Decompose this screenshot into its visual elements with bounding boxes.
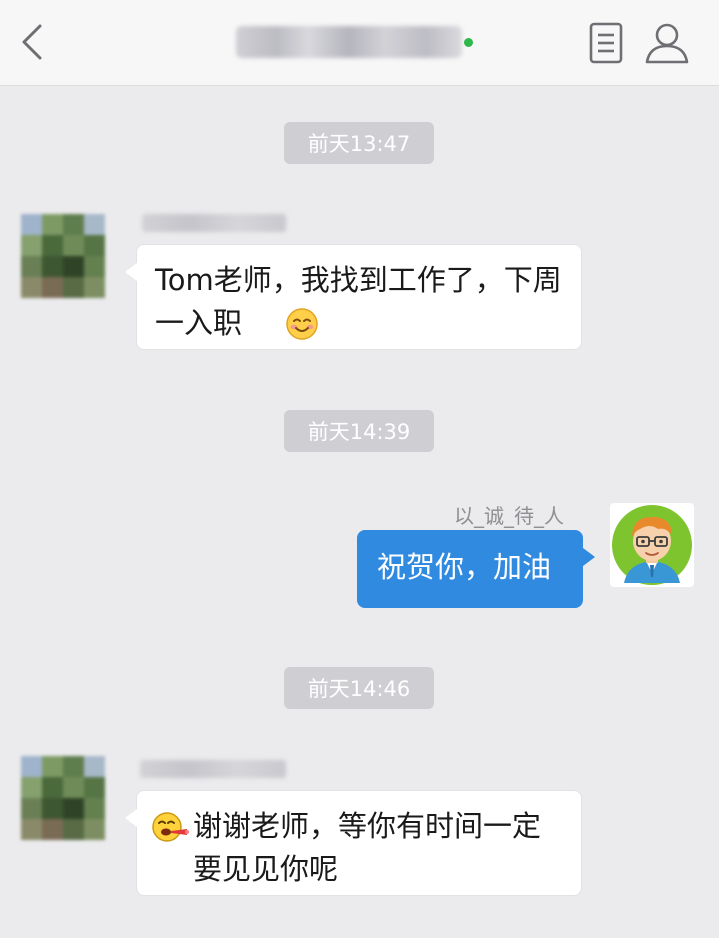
avatar[interactable] xyxy=(21,756,105,840)
my-name-label: 以_诚_待_人 xyxy=(454,504,564,528)
message-text: 谢谢老师，等你有时间一定要见见你呢 xyxy=(193,809,542,886)
top-bar xyxy=(0,0,719,86)
timestamp: 前天13:47 xyxy=(284,122,434,164)
smiling-face-icon xyxy=(286,308,318,340)
outgoing-message-bubble[interactable]: 祝贺你，加油 xyxy=(357,530,595,608)
profile-button[interactable] xyxy=(644,20,690,66)
incoming-message-bubble[interactable]: 谢谢老师，等你有时间一定要见见你呢 xyxy=(125,790,582,896)
party-face-icon xyxy=(152,812,189,842)
message-text: Tom老师，我找到工作了，下周一入职 xyxy=(155,263,562,340)
document-list-icon xyxy=(589,22,623,64)
sender-name-blurred xyxy=(140,760,286,778)
person-outline-icon xyxy=(645,23,689,64)
my-avatar[interactable] xyxy=(610,503,694,587)
sender-name-blurred xyxy=(142,214,286,232)
contact-name-blurred xyxy=(236,26,462,58)
back-button[interactable] xyxy=(14,20,50,64)
chat-screen: 前天13:47 Tom老师，我找到工作了，下周一入职 前天14:39 以_诚_待… xyxy=(0,0,719,938)
online-status-dot xyxy=(464,38,473,47)
timestamp: 前天14:46 xyxy=(284,667,434,709)
cartoon-man-glasses-avatar xyxy=(612,505,692,585)
avatar[interactable] xyxy=(21,214,105,298)
message-text: 祝贺你，加油 xyxy=(377,550,552,584)
timestamp: 前天14:39 xyxy=(284,410,434,452)
chevron-left-icon xyxy=(22,24,42,60)
chat-info-button[interactable] xyxy=(588,22,624,64)
incoming-message-bubble[interactable]: Tom老师，我找到工作了，下周一入职 xyxy=(125,244,582,350)
